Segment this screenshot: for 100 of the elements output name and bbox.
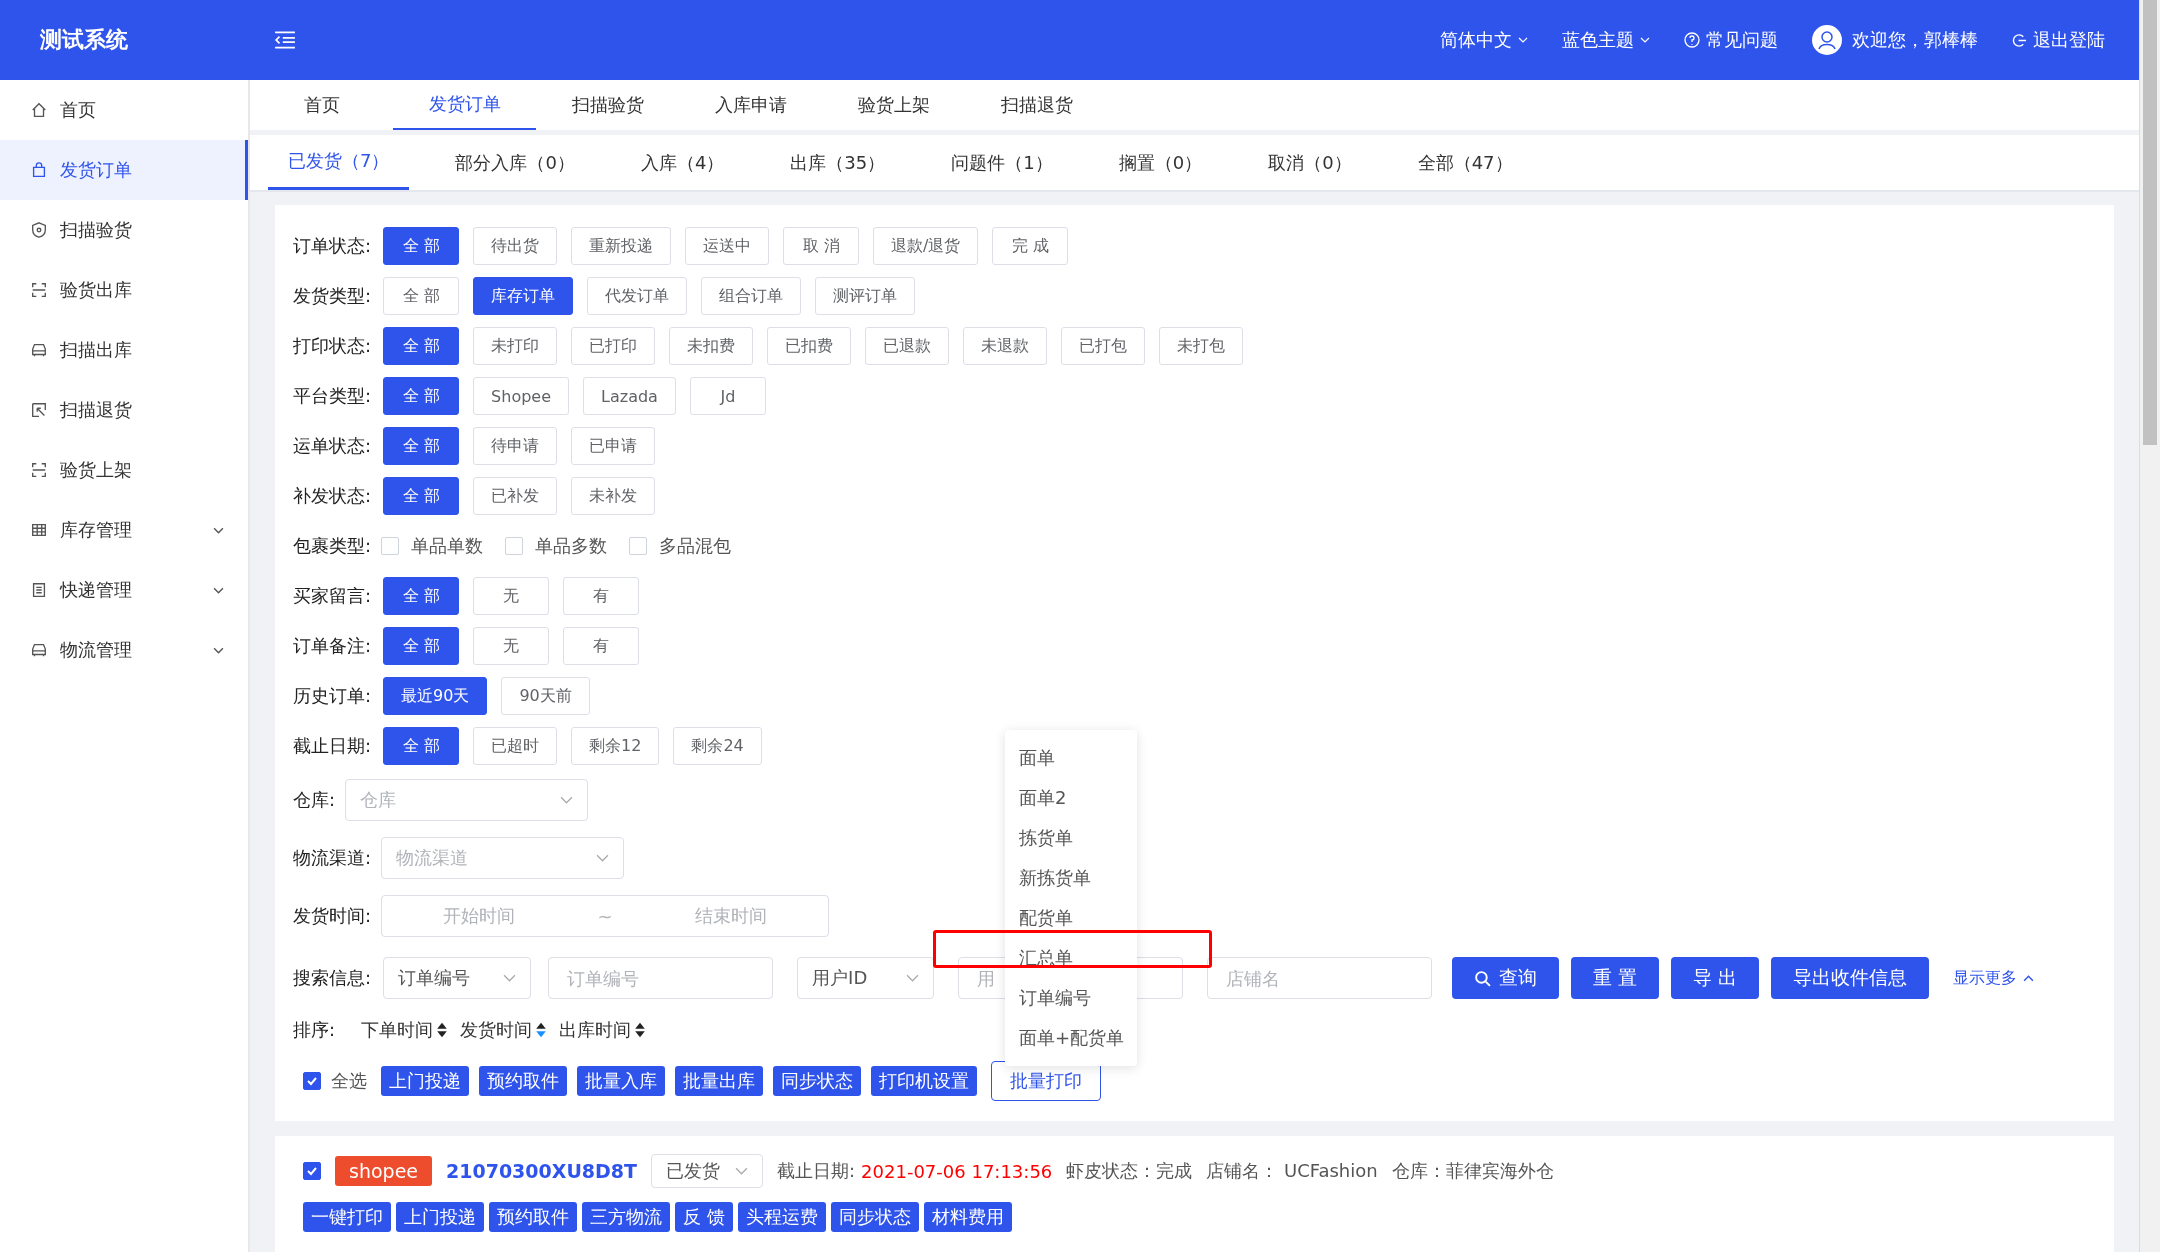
status-tab[interactable]: 出库（35） <box>770 135 906 190</box>
filter-option[interactable]: 完 成 <box>992 227 1069 265</box>
order-checkbox[interactable] <box>303 1162 321 1180</box>
filter-option[interactable]: 90天前 <box>501 677 590 715</box>
sort-option[interactable]: 发货时间 <box>460 1018 548 1042</box>
batch-action-button[interactable]: 批量入库 <box>577 1066 665 1096</box>
filter-option[interactable]: 代发订单 <box>587 277 688 315</box>
filter-option[interactable]: 已超时 <box>473 727 558 765</box>
filter-option[interactable]: 全 部 <box>383 427 460 465</box>
menu-item[interactable]: 订单编号 <box>1005 978 1137 1018</box>
filter-option[interactable]: 未打包 <box>1159 327 1244 365</box>
filter-option[interactable]: 全 部 <box>383 727 460 765</box>
order-action-button[interactable]: 反 馈 <box>675 1202 733 1232</box>
order-action-button[interactable]: 材料费用 <box>923 1202 1012 1232</box>
filter-option[interactable]: 全 部 <box>383 477 460 515</box>
filter-option[interactable]: Shopee <box>473 377 569 415</box>
sidebar-item[interactable]: 首页 <box>0 80 248 140</box>
filter-option[interactable]: Jd <box>689 377 766 415</box>
status-tab[interactable]: 取消（0） <box>1248 135 1372 190</box>
sort-option[interactable]: 下单时间 <box>361 1018 449 1042</box>
sidebar-item[interactable]: 验货出库 <box>0 260 248 320</box>
show-more-link[interactable]: 显示更多 <box>1953 967 2035 989</box>
filter-option[interactable]: 重新投递 <box>571 227 672 265</box>
status-tab[interactable]: 问题件（1） <box>931 135 1073 190</box>
filter-option[interactable]: 已申请 <box>571 427 656 465</box>
tab[interactable]: 扫描退货 <box>965 80 1108 130</box>
search-type-select[interactable]: 订单编号 <box>383 957 532 999</box>
menu-item[interactable]: 面单+配货单 <box>1005 1018 1137 1058</box>
sidebar-item[interactable]: 物流管理 <box>0 620 248 680</box>
tab[interactable]: 入库申请 <box>679 80 822 130</box>
filter-option[interactable]: Lazada <box>583 377 676 415</box>
select-all-checkbox[interactable] <box>303 1072 321 1090</box>
batch-action-button[interactable]: 打印机设置 <box>871 1066 977 1096</box>
checkbox[interactable] <box>629 537 648 555</box>
menu-item[interactable]: 配货单 <box>1005 898 1137 938</box>
tab[interactable]: 发货订单 <box>393 80 536 130</box>
filter-option[interactable]: 已补发 <box>473 477 558 515</box>
filter-option[interactable]: 测评订单 <box>815 277 916 315</box>
filter-option[interactable]: 全 部 <box>383 577 460 615</box>
order-action-button[interactable]: 一键打印 <box>303 1202 391 1232</box>
status-tab[interactable]: 部分入库（0） <box>435 135 595 190</box>
filter-option[interactable]: 最近90天 <box>383 677 488 715</box>
order-action-button[interactable]: 头程运费 <box>737 1202 826 1232</box>
menu-item[interactable]: 面单2 <box>1005 778 1137 818</box>
filter-option[interactable]: 全 部 <box>383 327 460 365</box>
order-action-button[interactable]: 上门投递 <box>396 1202 484 1232</box>
filter-option[interactable]: 运送中 <box>685 227 770 265</box>
action-button[interactable]: 导出收件信息 <box>1771 957 1930 999</box>
language-dropdown[interactable]: 简体中文 <box>1440 28 1528 52</box>
filter-option[interactable]: 组合订单 <box>701 277 802 315</box>
sidebar-item[interactable]: 验货上架 <box>0 440 248 500</box>
filter-option[interactable]: 未补发 <box>571 477 656 515</box>
filter-option[interactable]: 取 消 <box>783 227 860 265</box>
checkbox[interactable] <box>381 537 400 555</box>
checkbox[interactable] <box>505 537 524 555</box>
menu-icon[interactable] <box>274 31 296 49</box>
help-link[interactable]: 常见问题 <box>1684 28 1778 52</box>
filter-option[interactable]: 库存订单 <box>473 277 574 315</box>
filter-option[interactable]: 已退款 <box>865 327 950 365</box>
filter-option[interactable]: 有 <box>563 627 640 665</box>
user-type-select[interactable]: 用户ID <box>797 957 935 999</box>
action-button[interactable]: 重 置 <box>1571 957 1660 999</box>
filter-option[interactable]: 全 部 <box>383 277 460 315</box>
filter-option[interactable]: 全 部 <box>383 377 460 415</box>
status-tab[interactable]: 全部（47） <box>1397 135 1533 190</box>
status-tab[interactable]: 已发货（7） <box>268 135 410 190</box>
filter-option[interactable]: 已打印 <box>571 327 656 365</box>
filter-option[interactable]: 未扣费 <box>669 327 754 365</box>
filter-option[interactable]: 待申请 <box>473 427 558 465</box>
theme-dropdown[interactable]: 蓝色主题 <box>1562 28 1650 52</box>
tab[interactable]: 验货上架 <box>822 80 965 130</box>
logout-link[interactable]: 退出登陆 <box>2012 28 2105 52</box>
filter-option[interactable]: 未打印 <box>473 327 558 365</box>
sidebar-item[interactable]: 发货订单 <box>0 140 248 200</box>
sidebar-item[interactable]: 库存管理 <box>0 500 248 560</box>
filter-option[interactable]: 全 部 <box>383 627 460 665</box>
batch-action-button[interactable]: 同步状态 <box>773 1066 861 1096</box>
filter-option[interactable]: 全 部 <box>383 227 460 265</box>
search-button[interactable]: 查询 <box>1452 957 1560 999</box>
menu-item[interactable]: 面单 <box>1005 738 1137 778</box>
order-action-button[interactable]: 三方物流 <box>582 1202 670 1232</box>
batch-action-button[interactable]: 批量出库 <box>675 1066 763 1096</box>
sort-option[interactable]: 出库时间 <box>559 1018 647 1042</box>
sidebar-item[interactable]: 扫描退货 <box>0 380 248 440</box>
tab[interactable]: 首页 <box>250 80 393 130</box>
search-field[interactable]: 订单编号 <box>548 957 774 999</box>
sidebar-item[interactable]: 扫描验货 <box>0 200 248 260</box>
order-action-button[interactable]: 预约取件 <box>489 1202 577 1232</box>
status-tab[interactable]: 入库（4） <box>620 135 745 190</box>
filter-option[interactable]: 退款/退货 <box>873 227 979 265</box>
filter-option[interactable]: 剩余24 <box>673 727 762 765</box>
shop-field[interactable]: 店铺名 <box>1207 957 1433 999</box>
tab[interactable]: 扫描验货 <box>536 80 679 130</box>
filter-option[interactable]: 待出货 <box>473 227 558 265</box>
filter-option[interactable]: 未退款 <box>963 327 1048 365</box>
menu-item[interactable]: 拣货单 <box>1005 818 1137 858</box>
order-number-link[interactable]: 21070300XU8D8T <box>446 1160 638 1182</box>
sidebar-item[interactable]: 扫描出库 <box>0 320 248 380</box>
batch-action-button[interactable]: 上门投递 <box>381 1066 469 1096</box>
sidebar-item[interactable]: 快递管理 <box>0 560 248 620</box>
